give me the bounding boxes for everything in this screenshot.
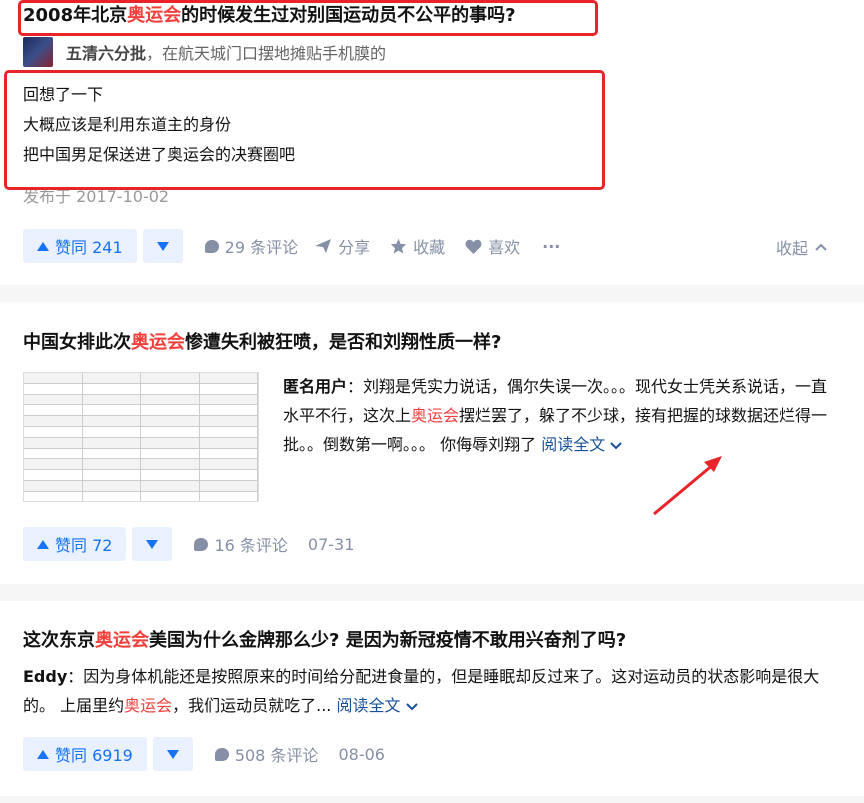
downvote-button[interactable]: [132, 527, 173, 561]
share-button[interactable]: 分享: [314, 234, 370, 258]
arrow-down-icon: [166, 749, 179, 759]
author-name[interactable]: 五清六分批: [66, 40, 146, 64]
answer-line: 大概应该是利用东道主的身份: [23, 115, 232, 134]
chevron-down-icon: [405, 703, 418, 711]
author-name[interactable]: 匿名用户: [283, 377, 347, 396]
answer-card-3: 这次东京奥运会美国为什么金牌那么少? 是因为新冠疫情不敢用兴奋剂了吗? Eddy…: [0, 601, 864, 796]
question-title[interactable]: 中国女排此次奥运会惨遭失利被狂喷，是否和刘翔性质一样?: [23, 330, 501, 356]
publish-date: 发布于 2017-10-02: [23, 187, 170, 206]
answer-date: 08-06: [338, 744, 385, 764]
arrow-up-icon: [37, 539, 49, 549]
answer-line: 回想了一下: [23, 85, 104, 104]
like-button[interactable]: 喜欢: [465, 234, 520, 258]
downvote-button[interactable]: [142, 229, 183, 263]
answer-content: 回想了一下 大概应该是利用东道主的身份 把中国男足保送进了奥运会的决赛圈吧: [23, 80, 295, 170]
upvote-button[interactable]: 赞同 241: [23, 229, 137, 263]
arrow-up-icon: [37, 749, 49, 759]
arrow-down-icon: [146, 539, 159, 549]
comment-icon: [214, 747, 229, 761]
comment-icon: [204, 239, 219, 253]
arrow-up-icon: [37, 241, 49, 251]
comment-button[interactable]: 29 条评论: [204, 234, 298, 258]
collapse-button[interactable]: 收起: [776, 235, 828, 259]
heart-icon: [465, 239, 482, 254]
arrow-down-icon: [156, 241, 169, 251]
annotation-arrow: [653, 456, 722, 516]
chevron-down-icon: [610, 442, 623, 450]
author-name[interactable]: Eddy: [23, 667, 67, 686]
more-button[interactable]: ···: [542, 237, 560, 256]
question-title[interactable]: 这次东京奥运会美国为什么金牌那么少? 是因为新冠疫情不敢用兴奋剂了吗?: [23, 628, 626, 654]
comment-icon: [194, 537, 209, 551]
answer-card-1: 2008年北京奥运会的时候发生过对别国运动员不公平的事吗? 五清六分批 ，在航天…: [0, 0, 864, 285]
comment-button[interactable]: 508 条评论: [214, 742, 318, 766]
avatar[interactable]: [23, 37, 53, 67]
answer-line: 把中国男足保送进了奥运会的决赛圈吧: [23, 145, 296, 164]
downvote-button[interactable]: [152, 737, 193, 771]
share-icon: [315, 239, 332, 253]
read-more-link[interactable]: 阅读全文: [336, 696, 418, 715]
upvote-button[interactable]: 赞同 72: [23, 527, 127, 561]
comment-button[interactable]: 16 条评论: [194, 532, 288, 556]
author-bio: ，在航天城门口摆地摊贴手机膜的: [146, 44, 387, 63]
read-more-link[interactable]: 阅读全文: [541, 435, 623, 454]
answer-thumbnail[interactable]: [23, 372, 259, 502]
answer-excerpt[interactable]: Eddy：因为身体机能还是按照原来的时间给分配进食量的，但是睡眠却反过来了。这对…: [23, 662, 843, 720]
question-title[interactable]: 2008年北京奥运会的时候发生过对别国运动员不公平的事吗?: [23, 3, 516, 29]
chevron-up-icon: [815, 243, 827, 251]
answer-excerpt[interactable]: 匿名用户：刘翔是凭实力说话，偶尔失误一次。。。现代女士凭关系说话，一直水平不行，…: [283, 372, 833, 459]
star-icon: [390, 238, 407, 254]
upvote-button[interactable]: 赞同 6919: [23, 737, 147, 771]
favorite-button[interactable]: 收藏: [390, 234, 445, 258]
answer-date: 07-31: [307, 534, 355, 554]
